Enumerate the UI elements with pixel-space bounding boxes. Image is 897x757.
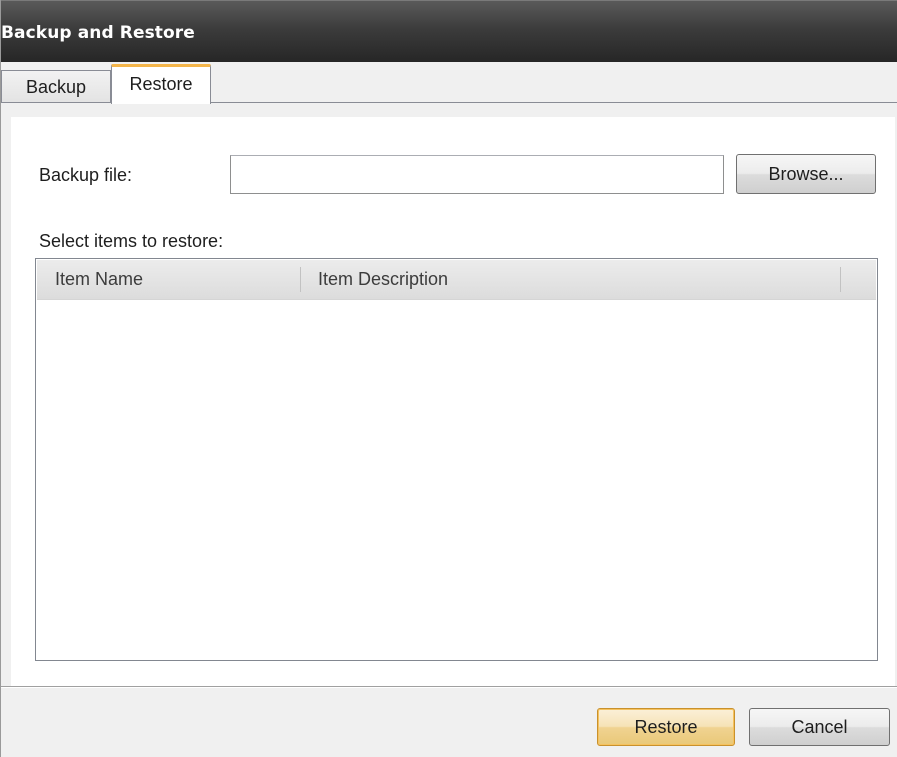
backup-restore-dialog: Backup and Restore Backup Restore Backup… — [0, 0, 897, 757]
restore-button[interactable]: Restore — [597, 708, 735, 746]
tab-restore[interactable]: Restore — [111, 64, 211, 104]
tab-backup[interactable]: Backup — [1, 70, 111, 103]
footer-divider-highlight — [1, 687, 897, 688]
list-body[interactable] — [37, 300, 876, 659]
title-bar[interactable]: Backup and Restore — [1, 0, 897, 62]
browse-button[interactable]: Browse... — [736, 154, 876, 194]
window-title: Backup and Restore — [1, 23, 195, 43]
backup-file-label: Backup file: — [39, 165, 133, 185]
cancel-button[interactable]: Cancel — [749, 708, 890, 746]
select-items-label: Select items to restore: — [39, 231, 224, 251]
column-separator[interactable] — [840, 267, 841, 292]
column-separator[interactable] — [300, 267, 301, 292]
column-header-item-description[interactable]: Item Description — [318, 260, 448, 300]
restore-items-list[interactable]: Item Name Item Description — [35, 258, 878, 661]
column-header-item-name[interactable]: Item Name — [55, 260, 143, 300]
backup-file-input[interactable] — [230, 155, 724, 194]
list-header: Item Name Item Description — [37, 260, 876, 300]
